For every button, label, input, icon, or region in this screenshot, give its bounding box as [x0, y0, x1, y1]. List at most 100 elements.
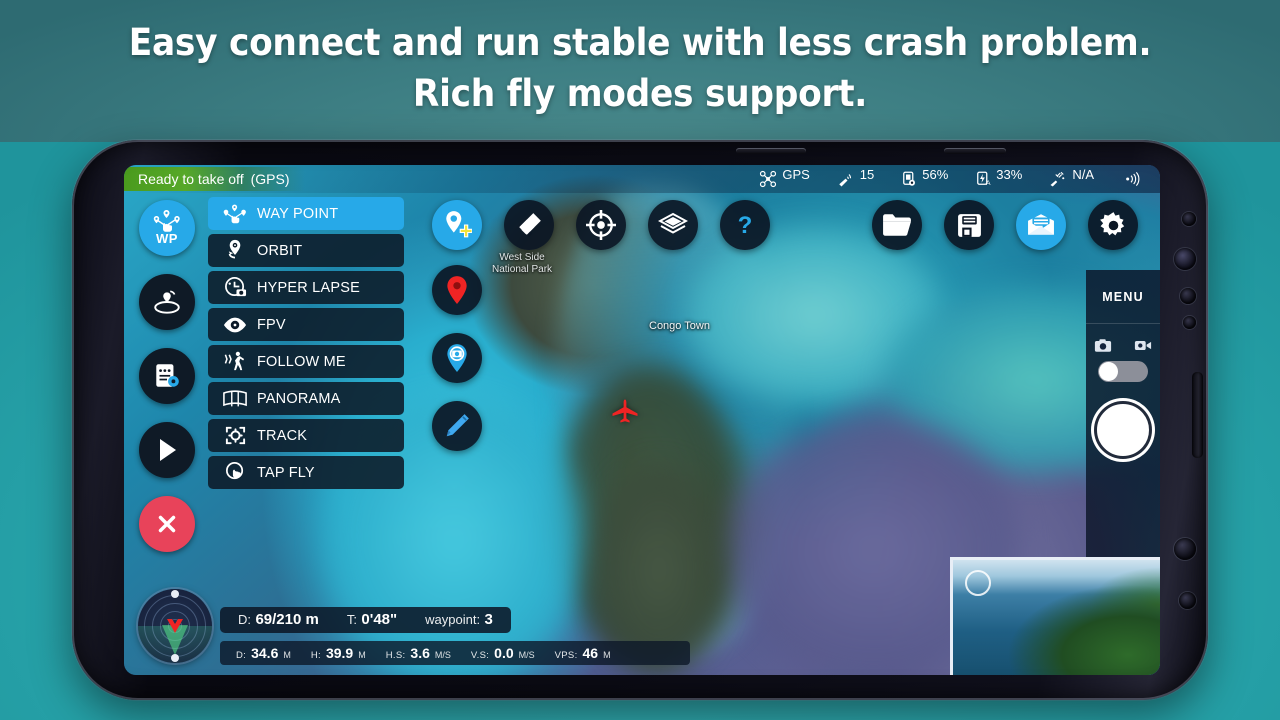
aircraft-icon	[612, 399, 638, 423]
camera-preview-pip[interactable]	[950, 557, 1160, 675]
telemetry-d: D: 34.6 M	[236, 645, 291, 661]
aircraft-heading-icon	[167, 618, 183, 633]
orbit-ring-icon	[154, 290, 180, 314]
flight-mode-list: WAY POINT ORBIT HYPER LAPSE FPV FOLLOW M…	[208, 197, 404, 489]
orbit-pin-icon	[223, 239, 247, 263]
ready-status-mode: (GPS)	[250, 171, 290, 187]
left-tool-rail: WP	[136, 193, 198, 552]
mission-file-toolbar	[872, 200, 1138, 250]
flight-mode-label: TRACK	[257, 427, 308, 444]
menu-button[interactable]: MENU	[1086, 270, 1160, 324]
menu-button-label: MENU	[1102, 289, 1144, 304]
telemetry-d-key: D:	[236, 650, 247, 661]
capture-mode-toggle[interactable]	[1098, 361, 1148, 382]
camera-pin-icon	[447, 344, 467, 372]
track-target-icon	[223, 424, 247, 448]
aircraft-battery-value: 33%	[996, 167, 1023, 182]
telemetry-h-key: H:	[310, 650, 321, 661]
mission-telemetry-bar: D: 69/210 m T: 0'48" waypoint: 3	[220, 607, 511, 633]
telemetry-hs-key: H.S:	[385, 650, 406, 661]
satellite-indicator: 15	[836, 168, 874, 188]
edit-route-button[interactable]	[432, 401, 482, 451]
light-sensor-icon	[1183, 316, 1196, 329]
telemetry-d-value: 34.6	[251, 645, 279, 661]
shutter-button[interactable]	[1097, 404, 1149, 456]
proximity-sensor-icon	[1180, 288, 1196, 304]
flight-mode-follow-me[interactable]: FOLLOW ME	[208, 345, 404, 378]
promo-screenshot: Easy connect and run stable with less cr…	[0, 0, 1280, 720]
flash-icon	[1179, 592, 1196, 609]
drone-icon	[760, 170, 777, 188]
sidebar-item-play-mission[interactable]	[139, 422, 195, 478]
walking-person-icon	[223, 350, 247, 374]
telemetry-waypoint: waypoint: 3	[425, 611, 493, 629]
sidebar-item-waypoint-mode[interactable]: WP	[139, 200, 195, 256]
sidebar-item-orbit-radius[interactable]	[139, 274, 195, 330]
folder-icon	[883, 214, 911, 236]
radar-operator-marker	[171, 654, 179, 662]
remote-battery-indicator: 56%	[900, 167, 949, 188]
settings-button[interactable]	[1088, 200, 1138, 250]
front-camera-icon	[1174, 248, 1196, 270]
map-layers-button[interactable]	[648, 200, 698, 250]
flight-mode-orbit[interactable]: ORBIT	[208, 234, 404, 267]
sidebar-item-mission-settings[interactable]	[139, 348, 195, 404]
telemetry-waypoint-key: waypoint:	[425, 612, 481, 627]
waypoint-network-icon	[153, 210, 180, 232]
waypoint-network-icon	[223, 202, 247, 226]
erase-button[interactable]	[504, 200, 554, 250]
center-map-button[interactable]	[576, 200, 626, 250]
satellite-dish-icon	[839, 174, 851, 187]
flight-mode-fpv[interactable]: FPV	[208, 308, 404, 341]
pip-logo-badge	[965, 570, 991, 596]
add-waypoint-button[interactable]	[432, 200, 482, 250]
photo-camera-icon[interactable]	[1094, 338, 1112, 353]
telemetry-d-unit: M	[283, 650, 291, 660]
save-mission-button[interactable]	[944, 200, 994, 250]
flight-mode-panorama[interactable]: PANORAMA	[208, 382, 404, 415]
remote-battery-icon	[903, 171, 916, 186]
waypoint-mode-label: WP	[156, 231, 178, 246]
panorama-icon	[223, 387, 247, 411]
telemetry-waypoint-value: 3	[484, 611, 493, 628]
map-marker-tools	[432, 265, 482, 451]
flight-mode-label: HYPER LAPSE	[257, 279, 360, 296]
flight-mode-way-point[interactable]: WAY POINT	[208, 197, 404, 230]
satellite-signal-icon	[1050, 171, 1065, 187]
flight-mode-hyper-lapse[interactable]: HYPER LAPSE	[208, 271, 404, 304]
flight-mode-label: PANORAMA	[257, 390, 341, 407]
gps-label: GPS	[782, 167, 810, 182]
photo-waypoint-button[interactable]	[432, 333, 482, 383]
flight-mode-track[interactable]: TRACK	[208, 419, 404, 452]
flight-mode-label: FOLLOW ME	[257, 353, 346, 370]
status-indicators: GPS 15 56% A 33% N/A	[758, 167, 1160, 188]
telemetry-time-value: 0'48"	[361, 611, 398, 628]
eraser-icon	[519, 213, 541, 237]
flight-mode-tap-fly[interactable]: TAP FLY	[208, 456, 404, 489]
upload-mission-button[interactable]	[1016, 200, 1066, 250]
app-screen: Congo Town West Side National Park Ready…	[124, 165, 1160, 675]
promo-background-top	[0, 0, 1280, 142]
telemetry-distance-key: D:	[238, 612, 251, 627]
play-icon	[160, 439, 176, 461]
help-button[interactable]: ?	[720, 200, 770, 250]
map-label-park-line2: National Park	[492, 263, 553, 275]
telemetry-hs-value: 3.6	[410, 645, 430, 661]
map-label-park-line1: West Side	[499, 252, 545, 263]
power-button[interactable]	[1192, 372, 1203, 458]
svg-text:A: A	[986, 180, 991, 187]
envelope-icon	[1028, 214, 1054, 235]
remote-battery-value: 56%	[922, 167, 949, 182]
telemetry-vps-key: VPS:	[554, 650, 578, 661]
sidebar-item-cancel-mission[interactable]	[139, 496, 195, 552]
video-camera-icon[interactable]	[1134, 338, 1152, 353]
flight-mode-label: FPV	[257, 316, 286, 333]
red-pin-icon	[447, 276, 467, 304]
telemetry-h: H: 39.9 M	[311, 645, 366, 661]
phone-device: Congo Town West Side National Park Ready…	[72, 140, 1208, 700]
home-point-button[interactable]	[432, 265, 482, 315]
layers-icon	[658, 212, 688, 234]
open-mission-button[interactable]	[872, 200, 922, 250]
telemetry-hs-unit: M/S	[434, 650, 451, 660]
telemetry-time-key: T:	[346, 612, 357, 627]
